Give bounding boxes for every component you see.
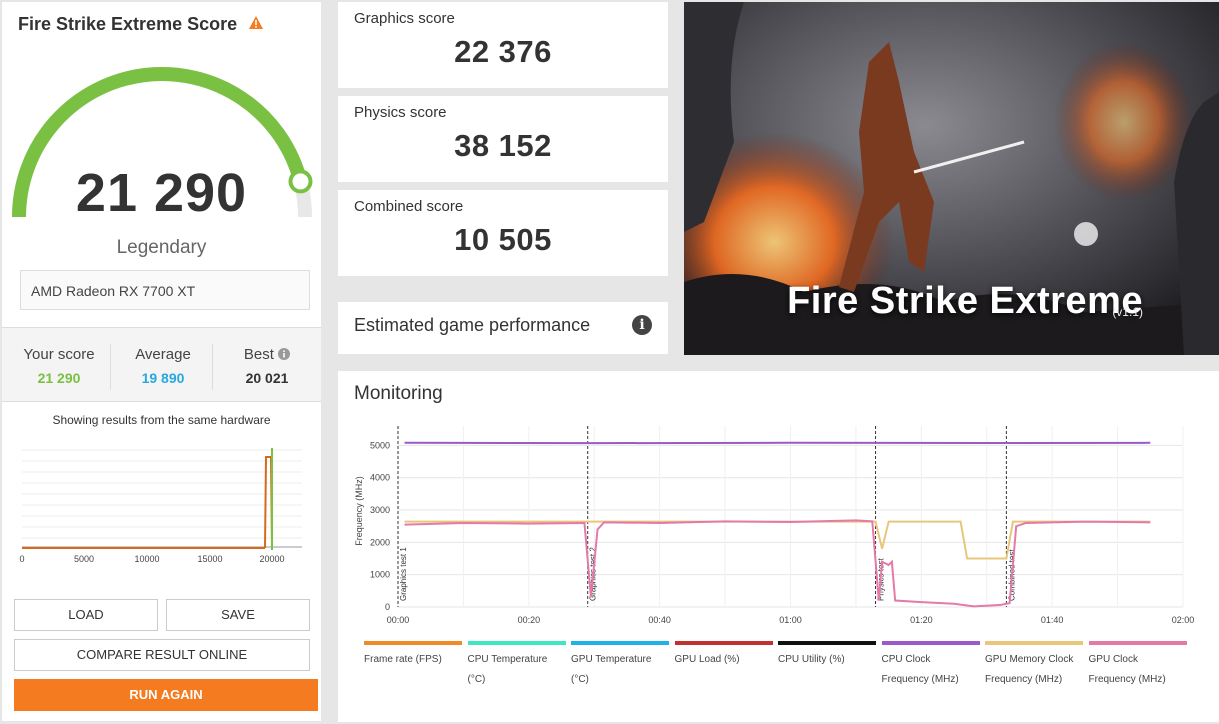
estimated-game-performance[interactable]: Estimated game performance i (338, 302, 668, 354)
legend-label: Frame rate (FPS) (364, 654, 442, 665)
divider (212, 344, 213, 390)
monitoring-title: Monitoring (354, 383, 443, 404)
best-label-text: Best (243, 346, 274, 363)
legend-item[interactable]: CPU Utility (%) (778, 641, 876, 670)
monitoring-panel: Frequency (MHz) 0 1000 2000 3000 4000 5000 00… (338, 371, 1219, 722)
monitoring-ytick: 2000 (370, 537, 390, 547)
monitoring-ytick: 0 (385, 602, 390, 612)
legend-label: GPU Memory Clock Frequency (MHz) (985, 654, 1074, 685)
legend-swatch (571, 641, 669, 645)
monitoring-ytick: 3000 (370, 505, 390, 515)
legend-swatch (467, 641, 566, 645)
load-button[interactable]: LOAD (14, 599, 158, 631)
legend-swatch (1088, 641, 1187, 645)
legend-label: CPU Clock Frequency (MHz) (881, 654, 959, 685)
combined-score-label: Combined score (354, 198, 464, 215)
legend-item[interactable]: GPU Temperature (°C) (571, 641, 669, 690)
legend-item[interactable]: GPU Load (%) (674, 641, 773, 670)
legend-item[interactable]: CPU Clock Frequency (MHz) (881, 641, 980, 690)
score-rank: Legendary (116, 237, 207, 258)
monitoring-ylabel: Frequency (MHz) (354, 476, 364, 546)
combined-score-value: 10 505 (454, 222, 552, 257)
monitoring-ytick: 4000 (370, 473, 390, 483)
same-hardware-note: Showing results from the same hardware (52, 413, 271, 427)
monitoring-xtick: 00:00 (387, 615, 410, 625)
hist-tick: 0 (19, 554, 24, 564)
legend-item[interactable]: GPU Clock Frequency (MHz) (1088, 641, 1187, 690)
legend-item[interactable]: GPU Memory Clock Frequency (MHz) (985, 641, 1083, 690)
legend-item[interactable]: Frame rate (FPS) (364, 641, 462, 670)
save-button[interactable]: SAVE (166, 599, 310, 631)
total-score: 21 290 (75, 163, 248, 223)
estimated-performance-label: Estimated game performance (354, 315, 591, 335)
monitoring-xtick: 01:00 (779, 615, 802, 625)
score-panel: Fire Strike Extreme Score 21 290 Legenda… (2, 2, 321, 721)
average-stat: Average 19 890 (120, 346, 206, 386)
hist-tick: 15000 (197, 554, 222, 564)
graphics-score-value: 22 376 (454, 34, 552, 69)
score-title-text: Fire Strike Extreme Score (18, 14, 238, 34)
legend-swatch (674, 641, 773, 645)
benchmark-hero-image: Fire Strike Extreme (v1.1) (684, 2, 1219, 355)
monitoring-xtick: 02:00 (1172, 615, 1195, 625)
legend-label: CPU Utility (%) (778, 654, 845, 665)
gpu-name: AMD Radeon RX 7700 XT (20, 270, 310, 310)
gpu-clock-series (404, 519, 1151, 608)
legend-swatch (778, 641, 876, 645)
legend-swatch (881, 641, 980, 645)
gpu-memory-clock-series (404, 520, 1151, 560)
hist-tick: 20000 (259, 554, 284, 564)
average-label: Average (135, 346, 191, 363)
your-score-stat: Your score 21 290 (16, 346, 102, 386)
monitoring-ytick: 1000 (370, 570, 390, 580)
average-value: 19 890 (141, 370, 185, 386)
score-comparison: Your score 21 290 Average 19 890 Best 20… (2, 327, 321, 402)
monitoring-xtick: 01:40 (1041, 615, 1064, 625)
graphics-score-label: Graphics score (354, 10, 455, 27)
monitoring-xtick: 01:20 (910, 615, 933, 625)
your-score-value: 21 290 (37, 370, 81, 386)
score-title: Fire Strike Extreme Score (18, 14, 264, 35)
your-score-label: Your score (23, 346, 95, 363)
score-distribution-chart: 0 5000 10000 15000 20000 (19, 448, 302, 564)
monitoring-xtick: 00:40 (648, 615, 671, 625)
warning-icon[interactable] (248, 15, 264, 31)
run-again-button[interactable]: RUN AGAIN (14, 679, 318, 711)
legend-swatch (985, 641, 1083, 645)
legend-label: GPU Clock Frequency (MHz) (1088, 654, 1166, 685)
test-marker-label: Graphics test 1 (399, 547, 408, 601)
legend-item[interactable]: CPU Temperature (°C) (467, 641, 566, 690)
hist-tick: 10000 (134, 554, 159, 564)
best-label: Best (224, 346, 310, 363)
physics-score-card: Physics score 38 152 (338, 96, 668, 182)
monitoring-ytick: 5000 (370, 440, 390, 450)
monitoring-xtick: 00:20 (518, 615, 541, 625)
hist-distribution (264, 456, 273, 549)
best-stat: Best 20 021 (224, 346, 310, 386)
hist-tick: 5000 (74, 554, 94, 564)
legend-swatch (364, 641, 462, 645)
legend-label: CPU Temperature (°C) (467, 654, 548, 685)
compare-online-button[interactable]: COMPARE RESULT ONLINE (14, 639, 310, 671)
divider (110, 344, 111, 390)
hero-title: Fire Strike Extreme (787, 280, 1143, 322)
physics-score-label: Physics score (354, 104, 447, 121)
best-value: 20 021 (245, 370, 289, 386)
graphics-score-card: Graphics score 22 376 (338, 2, 668, 88)
combined-score-card: Combined score 10 505 (338, 190, 668, 276)
info-icon[interactable] (278, 348, 291, 360)
physics-score-value: 38 152 (454, 128, 552, 163)
legend-label: GPU Load (%) (674, 654, 740, 665)
info-icon[interactable]: i (632, 315, 652, 335)
legend-label: GPU Temperature (°C) (571, 654, 652, 685)
hero-version: (v1.1) (1112, 305, 1143, 319)
